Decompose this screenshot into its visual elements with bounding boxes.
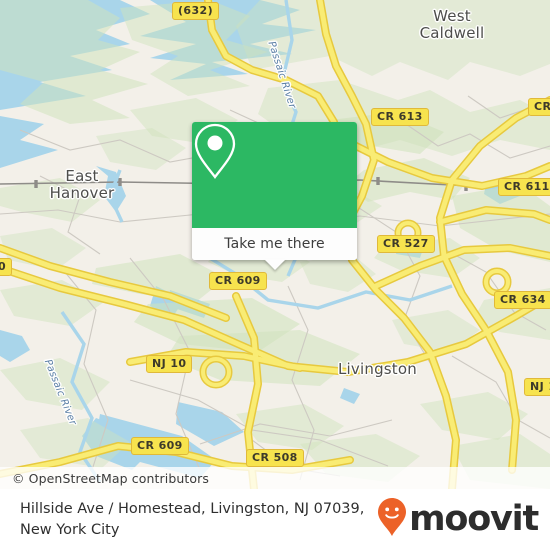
shield-nj-10[interactable]: NJ 10 <box>146 355 193 373</box>
callout-pointer-tail <box>263 259 286 270</box>
shield-cr-5x[interactable]: CR 5 <box>528 98 550 116</box>
shield-nj-1x[interactable]: NJ 1 <box>524 378 550 396</box>
shield-cr-508[interactable]: CR 508 <box>246 449 304 467</box>
poi-callout-card[interactable]: Take me there <box>192 122 357 270</box>
moovit-wordmark: moovit <box>409 499 539 539</box>
moovit-smiley-pin-icon <box>377 497 407 542</box>
shield-left-clip[interactable]: 0 <box>0 258 13 276</box>
shield-cr-609-b[interactable]: CR 609 <box>131 437 189 455</box>
shield-cr-613[interactable]: CR 613 <box>371 108 429 126</box>
footer-bar: Hillside Ave / Homestead, Livingston, NJ… <box>0 489 550 550</box>
shield-cr-611[interactable]: CR 611 <box>498 178 550 196</box>
moovit-logo[interactable]: moovit <box>377 497 539 542</box>
card-icon-panel <box>192 122 357 228</box>
osm-attribution-text[interactable]: © OpenStreetMap contributors <box>0 471 209 486</box>
map-canvas[interactable]: East Hanover West Caldwell Livingston Pa… <box>0 0 550 489</box>
map-attribution-bar: © OpenStreetMap contributors <box>0 467 550 489</box>
take-me-there-label: Take me there <box>224 236 325 252</box>
shield-cr-634[interactable]: CR 634 <box>494 291 550 309</box>
shield-632[interactable]: (632) <box>172 2 220 20</box>
station-address-title: Hillside Ave / Homestead, Livingston, NJ… <box>20 500 365 538</box>
shield-cr-527[interactable]: CR 527 <box>377 235 435 253</box>
shield-cr-609-a[interactable]: CR 609 <box>209 272 267 290</box>
take-me-there-button[interactable]: Take me there <box>192 228 357 270</box>
moovit-map-screen: East Hanover West Caldwell Livingston Pa… <box>0 0 550 550</box>
